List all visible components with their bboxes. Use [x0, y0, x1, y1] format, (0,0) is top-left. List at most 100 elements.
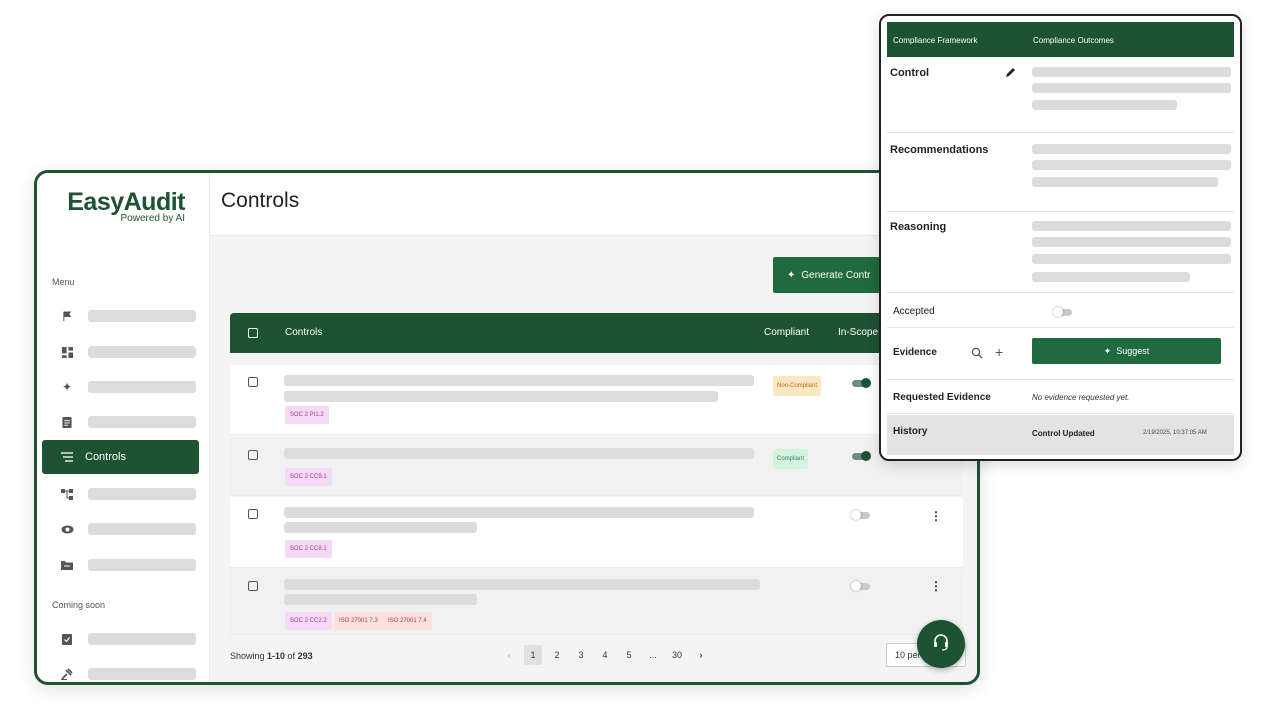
nav-placeholder	[88, 416, 196, 428]
showing-of: of	[285, 651, 298, 661]
in-scope-toggle[interactable]	[852, 378, 871, 388]
coming-soon-title: Coming soon	[52, 600, 106, 610]
text-placeholder	[284, 391, 718, 402]
sidebar-item-6[interactable]	[42, 477, 199, 511]
page-ellipsis: ...	[649, 650, 657, 660]
requested-evidence-section: Requested Evidence No evidence requested…	[887, 381, 1234, 414]
text-placeholder	[1032, 160, 1231, 170]
table-row[interactable]: SOC 2 CC2.2 ISO 27001 7.3 ISO 27001 7.4 …	[230, 569, 963, 635]
tab-compliance-framework[interactable]: Compliance Framework	[893, 36, 977, 45]
hierarchy-icon	[57, 488, 77, 500]
page-1[interactable]: 1	[524, 645, 542, 665]
sidebar-item-controls[interactable]: Controls	[42, 440, 199, 474]
row-checkbox[interactable]	[248, 450, 258, 460]
row-checkbox[interactable]	[248, 377, 258, 387]
table-row[interactable]: SOC 2 PI1.2 Non-Compliant	[230, 365, 963, 435]
sidebar-item-9[interactable]	[42, 622, 199, 656]
row-checkbox[interactable]	[248, 509, 258, 519]
status-badge: Compliant	[773, 449, 809, 469]
page-5[interactable]: 5	[617, 645, 641, 665]
edit-icon[interactable]	[1005, 65, 1016, 83]
page-30[interactable]: 30	[665, 645, 689, 665]
row-checkbox[interactable]	[248, 581, 258, 591]
results-count: Showing 1-10 of 293	[230, 651, 313, 661]
next-page-icon[interactable]: ›	[689, 645, 713, 665]
text-placeholder	[284, 507, 754, 518]
text-placeholder	[1032, 83, 1231, 93]
select-all-checkbox[interactable]	[248, 328, 258, 338]
framework-tag: SOC 2 CC2.2	[285, 612, 332, 630]
in-scope-toggle[interactable]	[851, 510, 870, 520]
sidebar-item-7[interactable]	[42, 512, 199, 546]
sidebar: EasyAudit Powered by AI Menu ✦ Controls …	[37, 173, 210, 682]
in-scope-toggle[interactable]	[852, 451, 871, 461]
evidence-section: Evidence + ✦ Suggest	[887, 329, 1234, 380]
table-row[interactable]: SOC 2 CC9.1 Compliant	[230, 438, 963, 496]
requested-evidence-value: No evidence requested yet.	[1032, 393, 1130, 402]
recommendations-section: Recommendations	[887, 134, 1234, 212]
sidebar-item-1[interactable]	[42, 299, 199, 333]
text-placeholder	[1032, 144, 1231, 154]
history-label: History	[893, 426, 928, 437]
nav-placeholder	[88, 346, 196, 358]
evidence-label: Evidence	[893, 347, 937, 358]
text-placeholder	[284, 594, 477, 605]
search-icon[interactable]	[971, 346, 983, 364]
clipboard-check-icon	[57, 633, 77, 645]
more-options-icon[interactable]: ⋮	[930, 579, 942, 593]
sidebar-item-10[interactable]	[42, 657, 199, 682]
page-3[interactable]: 3	[569, 645, 593, 665]
menu-title: Menu	[52, 277, 75, 287]
column-header-controls[interactable]: Controls	[285, 327, 322, 338]
requested-evidence-label: Requested Evidence	[893, 392, 991, 403]
text-placeholder	[1032, 254, 1231, 264]
nav-placeholder	[88, 633, 196, 645]
sidebar-item-2[interactable]	[42, 335, 199, 369]
control-detail-panel: Compliance Framework Compliance Outcomes…	[879, 14, 1242, 461]
reasoning-label: Reasoning	[890, 221, 947, 233]
table-header: Controls Compliant In-Scope	[230, 313, 970, 353]
sparkle-icon: ✦	[61, 380, 73, 394]
page-title: Controls	[221, 189, 300, 212]
control-section: Control	[887, 57, 1234, 133]
sidebar-item-label: Controls	[85, 451, 126, 463]
tab-compliance-outcomes[interactable]: Compliance Outcomes	[1033, 36, 1114, 45]
text-placeholder	[284, 448, 754, 459]
text-placeholder	[1032, 177, 1218, 187]
support-chat-button[interactable]	[917, 620, 965, 668]
in-scope-toggle[interactable]	[851, 581, 870, 591]
column-header-compliant[interactable]: Compliant	[764, 327, 809, 338]
sparkle-icon: ✦	[787, 269, 796, 281]
nav-placeholder	[88, 523, 196, 535]
showing-range: 1-10	[267, 651, 286, 661]
text-placeholder	[284, 522, 477, 533]
prev-page-icon[interactable]: ‹	[497, 645, 521, 665]
text-placeholder	[1032, 221, 1231, 231]
control-label: Control	[890, 67, 930, 79]
sidebar-item-8[interactable]	[42, 548, 199, 582]
suggest-label: Suggest	[1116, 346, 1150, 356]
page-4[interactable]: 4	[593, 645, 617, 665]
add-icon[interactable]: +	[995, 344, 1003, 360]
sidebar-item-3[interactable]: ✦	[42, 370, 199, 404]
generate-button-label: Generate Contr	[801, 269, 871, 281]
table-row[interactable]: SOC 2 CC8.1 ⋮	[230, 497, 963, 568]
history-event: Control Updated	[1032, 429, 1095, 438]
headset-icon	[931, 632, 951, 657]
text-placeholder	[1032, 237, 1231, 247]
nav-placeholder	[88, 559, 196, 571]
column-header-in-scope[interactable]: In-Scope	[838, 327, 878, 338]
framework-tag: SOC 2 PI1.2	[285, 406, 329, 424]
status-badge: Non-Compliant	[773, 376, 822, 396]
framework-tag: ISO 27001 7.4	[383, 612, 432, 630]
nav-placeholder	[88, 668, 196, 680]
text-placeholder	[1032, 67, 1231, 77]
sidebar-item-4[interactable]	[42, 405, 199, 439]
page-2[interactable]: 2	[545, 645, 569, 665]
more-options-icon[interactable]: ⋮	[930, 509, 942, 523]
history-section[interactable]: History Control Updated 2/19/2025, 10:37…	[887, 415, 1234, 455]
framework-tag: ISO 27001 7.3	[334, 612, 383, 630]
suggest-button[interactable]: ✦ Suggest	[1032, 338, 1221, 364]
accepted-toggle[interactable]	[1053, 307, 1072, 317]
pagination: ‹ 1 2 3 4 5 ... 30 ›	[497, 645, 713, 665]
